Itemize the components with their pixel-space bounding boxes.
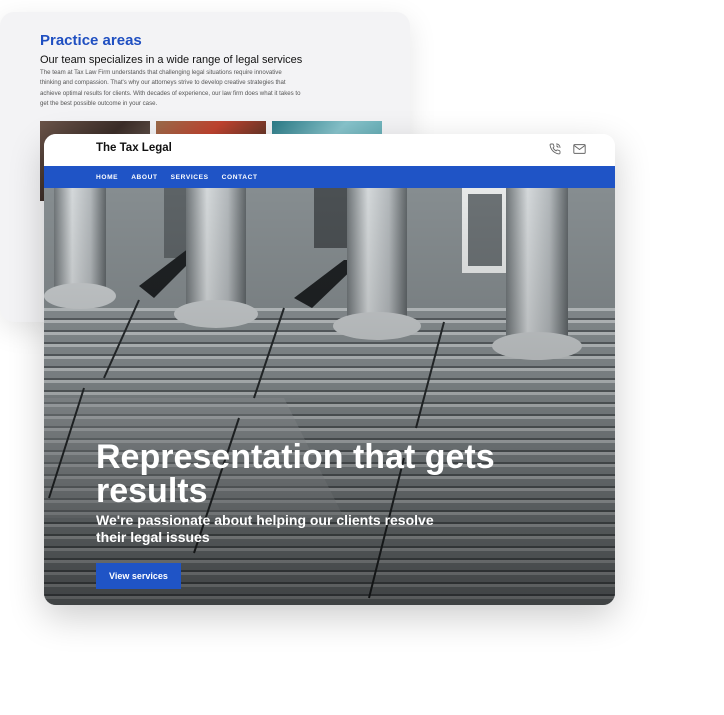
nav-about[interactable]: ABOUT bbox=[131, 174, 157, 181]
practice-areas-body: The team at Tax Law Firm understands tha… bbox=[40, 69, 301, 108]
site-brand[interactable]: The Tax Legal bbox=[96, 142, 172, 154]
nav-home[interactable]: HOME bbox=[96, 174, 118, 181]
view-services-button[interactable]: View services bbox=[96, 563, 181, 589]
phone-icon[interactable] bbox=[549, 143, 561, 155]
hero-section: Representation that gets results We're p… bbox=[44, 188, 615, 605]
hero-title: Representation that gets results bbox=[96, 438, 495, 510]
practice-areas-title: Practice areas bbox=[40, 32, 142, 49]
header-icons bbox=[549, 143, 586, 155]
hero-subtitle: We're passionate about helping our clien… bbox=[96, 512, 434, 545]
site-header: The Tax Legal bbox=[44, 134, 615, 166]
main-nav: HOME ABOUT SERVICES CONTACT bbox=[44, 166, 615, 188]
nav-services[interactable]: SERVICES bbox=[171, 174, 209, 181]
mail-icon[interactable] bbox=[573, 143, 586, 155]
nav-contact[interactable]: CONTACT bbox=[222, 174, 258, 181]
practice-areas-subtitle: Our team specializes in a wide range of … bbox=[40, 54, 303, 66]
website-card: The Tax Legal HOME ABOUT SERVICES CONTAC… bbox=[44, 134, 615, 605]
